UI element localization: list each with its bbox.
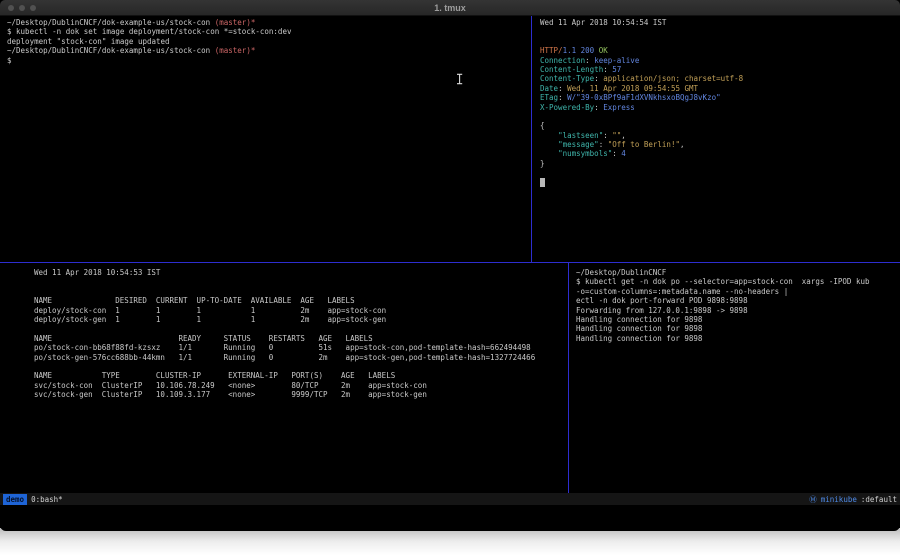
tmux-session-name[interactable]: demo [3, 494, 27, 505]
pane-border-vertical-top [531, 16, 532, 262]
terminal-line: ~/Desktop/DublinCNCF/dok-example-us/stoc… [7, 18, 531, 27]
close-button[interactable] [8, 5, 14, 11]
kube-context-label: minikube [821, 495, 857, 504]
terminal-line [34, 277, 568, 286]
terminal-line [540, 112, 900, 121]
pane-border-horizontal [0, 262, 900, 263]
window-title: 1. tmux [0, 0, 900, 16]
terminal-window: 1. tmux ~/Desktop/DublinCNCF/dok-example… [0, 0, 900, 531]
terminal-line: NAME READY STATUS RESTARTS AGE LABELS [34, 334, 568, 343]
terminal-line: deploy/stock-con 1 1 1 1 2m app=stock-co… [34, 306, 568, 315]
terminal-line: Content-Length: 57 [540, 65, 900, 74]
terminal-line: $ [7, 56, 531, 65]
minimize-button[interactable] [19, 5, 25, 11]
desktop-background [0, 528, 900, 555]
terminal-line: Connection: keep-alive [540, 56, 900, 65]
kube-namespace-label: :default [861, 495, 897, 504]
pane-kubectl-resources-watch[interactable]: Wed 11 Apr 2018 10:54:53 IST NAME DESIRE… [0, 264, 568, 493]
terminal-line: ectl -n dok port-forward POD 9898:9898 [576, 296, 900, 305]
desktop: 1. tmux ~/Desktop/DublinCNCF/dok-example… [0, 0, 900, 555]
pane-port-forward[interactable]: ~/Desktop/DublinCNCF$ kubectl get -n dok… [570, 264, 900, 493]
terminal-line [540, 178, 900, 187]
pane-border-vertical-bottom [568, 263, 569, 493]
terminal-line: "lastseen": "", [540, 131, 900, 140]
terminal-line: Forwarding from 127.0.0.1:9898 -> 9898 [576, 306, 900, 315]
terminal-line: deploy/stock-gen 1 1 1 1 2m app=stock-ge… [34, 315, 568, 324]
terminal-line [540, 168, 900, 177]
terminal-line [540, 37, 900, 46]
terminal-line: { [540, 121, 900, 130]
terminal-line: } [540, 159, 900, 168]
terminal-line: Handling connection for 9898 [576, 324, 900, 333]
terminal-line: ~/Desktop/DublinCNCF [576, 268, 900, 277]
terminal-line: ~/Desktop/DublinCNCF/dok-example-us/stoc… [7, 46, 531, 55]
terminal-line [34, 324, 568, 333]
terminal-line: $ kubectl -n dok set image deployment/st… [7, 27, 531, 36]
terminal-line: po/stock-con-bb68f88fd-kzsxz 1/1 Running… [34, 343, 568, 352]
tmux-status-bar: demo 0:bash* Ⓜ minikube :default [0, 493, 900, 505]
minikube-icon: Ⓜ [809, 494, 817, 505]
terminal-line [34, 362, 568, 371]
mouse-cursor-ibeam [456, 73, 464, 85]
terminal-line [34, 287, 568, 296]
terminal-line: svc/stock-con ClusterIP 10.106.78.249 <n… [34, 381, 568, 390]
terminal-line: NAME TYPE CLUSTER-IP EXTERNAL-IP PORT(S)… [34, 371, 568, 380]
terminal-line: "numsymbols": 4 [540, 149, 900, 158]
terminal-line: -o=custom-columns=:metadata.name --no-he… [576, 287, 900, 296]
terminal-line: Wed 11 Apr 2018 10:54:54 IST [540, 18, 900, 27]
terminal-line: svc/stock-gen ClusterIP 10.109.3.177 <no… [34, 390, 568, 399]
terminal-line: Handling connection for 9898 [576, 315, 900, 324]
pane-http-watch-output[interactable]: Wed 11 Apr 2018 10:54:54 IST HTTP/1.1 20… [533, 16, 900, 262]
terminal-line: Wed 11 Apr 2018 10:54:53 IST [34, 268, 568, 277]
window-titlebar[interactable]: 1. tmux [0, 0, 900, 16]
terminal-line: po/stock-gen-576cc688bb-44kmn 1/1 Runnin… [34, 353, 568, 362]
traffic-lights [8, 5, 36, 11]
terminal-line [540, 27, 900, 36]
terminal-line: $ kubectl get -n dok po --selector=app=s… [576, 277, 900, 286]
terminal-line: NAME DESIRED CURRENT UP-TO-DATE AVAILABL… [34, 296, 568, 305]
terminal-line: Date: Wed, 11 Apr 2018 09:54:55 GMT [540, 84, 900, 93]
terminal-line: deployment "stock-con" image updated [7, 37, 531, 46]
terminal-line: "message": "Off to Berlin!", [540, 140, 900, 149]
zoom-button[interactable] [30, 5, 36, 11]
tmux-window-item[interactable]: 0:bash* [31, 495, 63, 504]
terminal-line: Content-Type: application/json; charset=… [540, 74, 900, 83]
terminal-line: X-Powered-By: Express [540, 103, 900, 112]
terminal-line: ETag: W/"39-0xBPf9aF1dXVNkhsxoBQgJ8vKzo" [540, 93, 900, 102]
terminal-line: Handling connection for 9898 [576, 334, 900, 343]
pane-shell-kubectl-set-image[interactable]: ~/Desktop/DublinCNCF/dok-example-us/stoc… [0, 16, 531, 262]
terminal-line: HTTP/1.1 200 OK [540, 46, 900, 55]
